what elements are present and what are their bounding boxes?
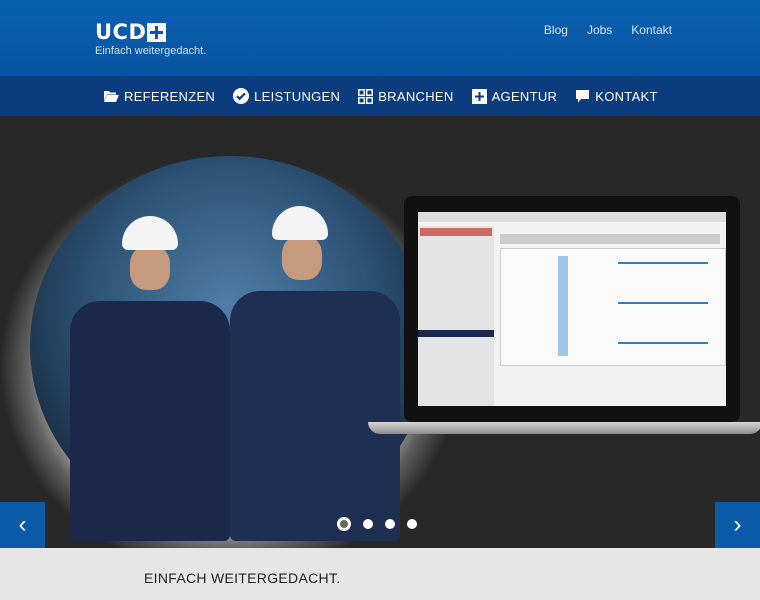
slider-dots: [337, 517, 417, 531]
nav-item-label: REFERENZEN: [124, 88, 216, 104]
nav-item-leistungen[interactable]: LEISTUNGEN: [233, 88, 340, 104]
slider-dot-4[interactable]: [407, 519, 417, 529]
logo[interactable]: UCD: [95, 20, 167, 44]
nav-item-kontakt[interactable]: KONTAKT: [575, 89, 658, 104]
logo-plus-icon: [147, 22, 167, 42]
site-header: UCD Einfach weitergedacht. Blog Jobs Kon…: [0, 0, 760, 76]
chevron-left-icon: ‹: [18, 511, 27, 538]
nav-item-label: LEISTUNGEN: [254, 88, 341, 104]
slider-next-button[interactable]: ›: [715, 502, 760, 548]
hero-slider: ‹ ›: [0, 116, 760, 548]
nav-item-branchen[interactable]: BRANCHEN: [358, 89, 453, 104]
slider-dot-1[interactable]: [337, 517, 351, 531]
laptop-base: [368, 422, 760, 434]
nav-item-label: BRANCHEN: [378, 88, 454, 104]
chevron-right-icon: ›: [733, 511, 742, 538]
topnav-jobs-link[interactable]: Jobs: [587, 23, 612, 37]
topnav-blog-link[interactable]: Blog: [544, 23, 568, 37]
nav-item-agentur[interactable]: AGENTUR: [471, 88, 558, 104]
main-nav: REFERENZEN LEISTUNGEN BRANCHEN AGENTUR K…: [0, 76, 760, 116]
grid-icon: [358, 88, 374, 104]
tagline: Einfach weitergedacht.: [95, 45, 207, 57]
folder-open-icon: [104, 91, 119, 102]
top-nav: Blog Jobs Kontakt: [544, 23, 672, 37]
slider-dot-2[interactable]: [363, 519, 373, 529]
nav-item-label: AGENTUR: [491, 88, 558, 104]
topnav-kontakt-link[interactable]: Kontakt: [631, 23, 672, 37]
nav-item-label: KONTAKT: [595, 88, 658, 104]
slider-dot-3[interactable]: [385, 519, 395, 529]
plus-square-icon: [471, 88, 487, 104]
intro-band: EINFACH WEITERGEDACHT.: [0, 548, 760, 600]
nav-item-referenzen[interactable]: REFERENZEN: [104, 89, 215, 104]
speech-bubble-icon: [576, 89, 590, 102]
check-circle-icon: [233, 88, 250, 104]
laptop-app-screenshot: [418, 212, 726, 406]
logo-text: UCD: [95, 20, 147, 44]
hero-photo-workers: [30, 156, 430, 541]
slider-prev-button[interactable]: ‹: [0, 502, 45, 548]
laptop-screen: [404, 196, 740, 422]
section-title: EINFACH WEITERGEDACHT.: [144, 570, 341, 586]
